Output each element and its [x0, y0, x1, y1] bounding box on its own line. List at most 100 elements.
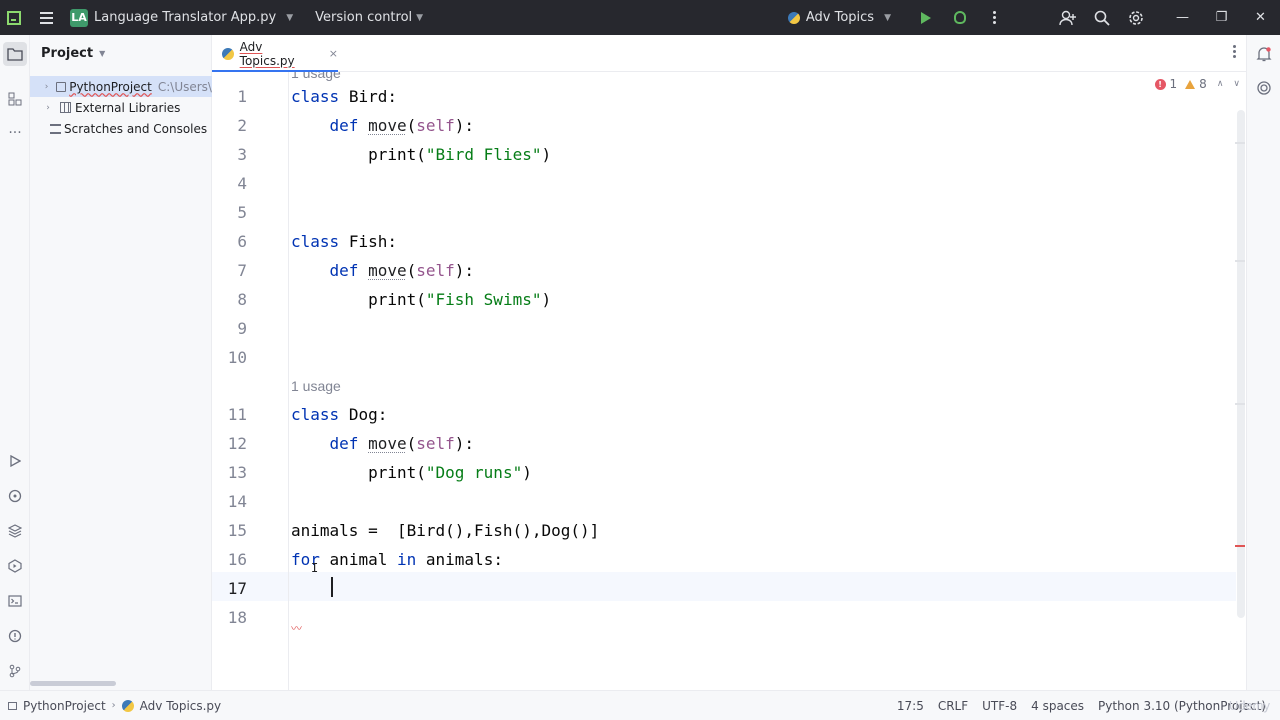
tree-item-label: External Libraries [75, 100, 181, 115]
problems-icon[interactable] [3, 624, 27, 648]
code-line: 2 def move(self): [212, 111, 1236, 140]
chevron-down-icon[interactable]: ∨ [1233, 79, 1240, 89]
main-menu-icon[interactable] [28, 0, 64, 35]
line-number[interactable]: 4 [212, 169, 247, 198]
version-control-menu[interactable]: Version control ▼ [315, 10, 423, 25]
debug-icon[interactable] [943, 0, 977, 35]
python-packages-icon[interactable] [3, 519, 27, 543]
minimize-button[interactable]: — [1163, 0, 1202, 35]
close-tab-icon[interactable]: × [329, 47, 338, 60]
error-count: 1 [1169, 77, 1178, 91]
code-editor[interactable]: 1 usage 1 class Bird: 2 def move(self): … [212, 72, 1246, 690]
line-number[interactable]: 18 [212, 603, 247, 632]
line-number-current[interactable]: 17 [212, 574, 247, 603]
code-line: 12 def move(self): [212, 429, 1236, 458]
line-number[interactable]: 9 [212, 314, 247, 343]
left-tool-strip: ··· [0, 35, 30, 690]
tree-item-pythonproject[interactable]: › PythonProject C:\Users\ [30, 76, 212, 97]
chevron-down-icon: ▼ [884, 12, 891, 23]
usage-hint[interactable]: 1 usage [291, 372, 341, 401]
python-file-icon [121, 699, 134, 712]
expand-arrow-icon[interactable]: › [41, 82, 52, 92]
code-text: print("Bird Flies") [368, 145, 552, 164]
pycharm-logo-icon[interactable] [0, 0, 28, 35]
line-number[interactable]: 7 [212, 256, 247, 285]
restore-button[interactable]: ❐ [1202, 0, 1241, 35]
project-switcher[interactable]: LA Language Translator App.py ▼ [70, 8, 293, 27]
breadcrumb-file[interactable]: Adv Topics.py [140, 699, 222, 713]
python-file-icon [787, 11, 800, 24]
line-number[interactable]: 16 [212, 545, 247, 574]
line-number[interactable]: 10 [212, 343, 247, 372]
add-user-icon[interactable] [1051, 0, 1085, 35]
project-folder-icon[interactable] [3, 42, 27, 66]
breadcrumb: PythonProject › Adv Topics.py [8, 699, 221, 713]
line-number[interactable]: 1 [212, 82, 247, 111]
folder-icon [56, 81, 67, 92]
project-panel-header[interactable]: Project ▼ [30, 35, 211, 72]
horizontal-scrollbar[interactable] [30, 681, 116, 686]
code-line: 14 [212, 487, 1236, 516]
project-panel-title: Project [41, 46, 94, 61]
indent-setting[interactable]: 4 spaces [1031, 699, 1084, 713]
line-number[interactable]: 3 [212, 140, 247, 169]
line-number[interactable]: 14 [212, 487, 247, 516]
notifications-bell-icon[interactable] [1252, 42, 1276, 66]
tree-item-scratches[interactable]: Scratches and Consoles [30, 118, 212, 139]
more-tools-icon[interactable]: ··· [3, 121, 27, 145]
caret-position[interactable]: 17:5 [897, 699, 924, 713]
line-number[interactable]: 6 [212, 227, 247, 256]
code-line: 11 class Dog: [212, 400, 1236, 429]
library-icon [60, 102, 71, 113]
structure-icon[interactable] [3, 87, 27, 111]
code-text: class Dog: [291, 405, 388, 424]
run-icon[interactable] [909, 0, 943, 35]
error-scroll-marker[interactable] [1235, 545, 1245, 547]
warning-icon [1185, 79, 1196, 89]
scroll-marker[interactable] [1235, 260, 1245, 262]
code-text: def move(self): [329, 116, 475, 135]
code-line: 9 [212, 314, 1236, 343]
services-icon[interactable] [3, 554, 27, 578]
line-number[interactable]: 5 [212, 198, 247, 227]
code-line: 5 [212, 198, 1236, 227]
file-encoding[interactable]: UTF-8 [982, 699, 1017, 713]
code-line: 6 class Fish: [212, 227, 1236, 256]
scroll-marker[interactable] [1235, 403, 1245, 405]
tab-adv-topics[interactable]: Adv Topics.py × [212, 35, 338, 73]
code-text: print("Fish Swims") [368, 290, 552, 309]
vertical-scrollbar[interactable] [1237, 110, 1245, 618]
expand-arrow-icon[interactable]: › [41, 103, 55, 113]
more-actions-icon[interactable] [977, 0, 1011, 35]
line-number[interactable]: 12 [212, 429, 247, 458]
python-file-icon [222, 47, 234, 60]
line-number[interactable]: 15 [212, 516, 247, 545]
terminal-icon[interactable] [3, 589, 27, 613]
line-number[interactable]: 13 [212, 458, 247, 487]
title-bar: LA Language Translator App.py ▼ Version … [0, 0, 1280, 35]
scroll-marker[interactable] [1235, 142, 1245, 144]
udemy-watermark: Udemy [1228, 698, 1270, 713]
line-number[interactable]: 8 [212, 285, 247, 314]
python-console-icon[interactable] [3, 484, 27, 508]
line-number[interactable]: 2 [212, 111, 247, 140]
code-line: 18 [212, 603, 1236, 632]
tab-options-icon[interactable] [1233, 45, 1236, 58]
code-line: 4 [212, 169, 1236, 198]
settings-gear-icon[interactable] [1119, 0, 1153, 35]
tree-item-external-libraries[interactable]: › External Libraries [30, 97, 212, 118]
ai-assistant-icon[interactable] [1252, 76, 1276, 100]
search-icon[interactable] [1085, 0, 1119, 35]
code-line: 17 [212, 574, 1236, 603]
close-window-button[interactable]: ✕ [1241, 0, 1280, 35]
run-tool-icon[interactable] [3, 449, 27, 473]
run-config-label: Adv Topics [805, 10, 875, 25]
run-configuration-selector[interactable]: Adv Topics ▼ [787, 10, 891, 25]
code-text: animals = [Bird(),Fish(),Dog()] [291, 521, 600, 540]
line-number[interactable]: 11 [212, 400, 247, 429]
inspection-widget[interactable]: ! 1 8 ∧ ∨ [1154, 77, 1240, 91]
line-separator[interactable]: CRLF [938, 699, 968, 713]
breadcrumb-project[interactable]: PythonProject [23, 699, 106, 713]
git-icon[interactable] [3, 659, 27, 683]
chevron-up-icon[interactable]: ∧ [1217, 79, 1224, 89]
